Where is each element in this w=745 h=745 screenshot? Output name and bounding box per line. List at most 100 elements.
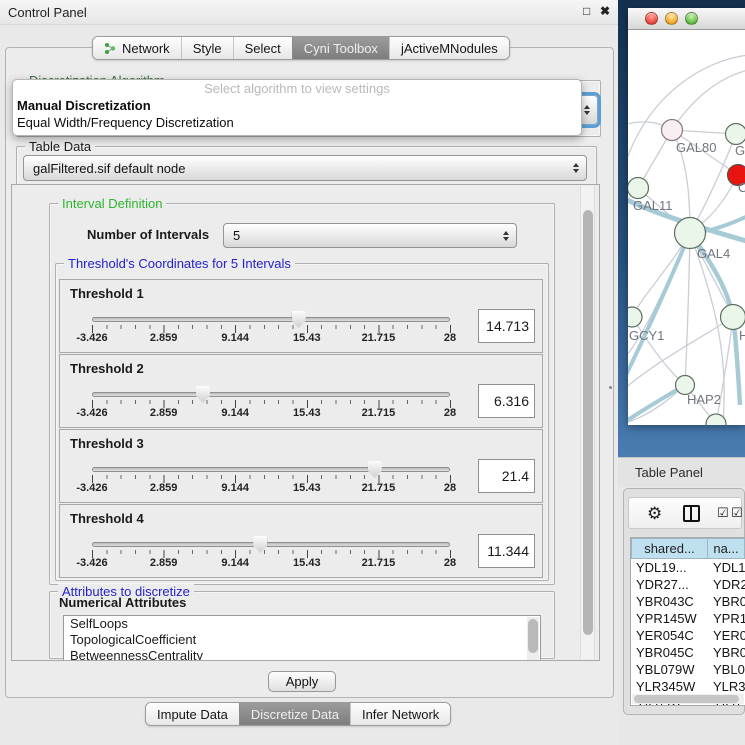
- algorithm-option-manual[interactable]: Manual Discretization: [13, 97, 581, 114]
- tick-label: 28: [444, 482, 456, 494]
- thresholds-group-title: Threshold's Coordinates for 5 Intervals: [64, 256, 295, 271]
- list-item-topologicalcoefficient[interactable]: TopologicalCoefficient: [64, 632, 540, 648]
- tab-select[interactable]: Select: [233, 37, 292, 59]
- tab-cyni-toolbox[interactable]: Cyni Toolbox: [292, 37, 389, 59]
- network-canvas[interactable]: GAL80 GA C GAL11 GAL4 GCY1 H HAP2: [628, 30, 745, 425]
- split-columns-icon[interactable]: [683, 505, 700, 522]
- threshold-2-value-field[interactable]: 6.316: [478, 384, 535, 418]
- table-row[interactable]: YER054CYER0: [631, 627, 745, 644]
- cell[interactable]: YBR0: [708, 644, 745, 661]
- network-icon: [104, 42, 117, 55]
- table-horizontal-scrollbar-thumb[interactable]: [634, 695, 739, 703]
- tick-label: 15.43: [293, 332, 321, 344]
- tick-label: 9.144: [221, 557, 249, 569]
- threshold-4-label: Threshold 4: [70, 511, 144, 526]
- table-row[interactable]: YBR045CYBR0: [631, 644, 745, 661]
- number-of-intervals-combobox[interactable]: 5: [223, 223, 517, 248]
- cell[interactable]: YPR1: [708, 610, 745, 627]
- cell[interactable]: YBR043C: [631, 593, 708, 610]
- cell[interactable]: YDR2: [708, 576, 745, 593]
- tab-discretize-data[interactable]: Discretize Data: [239, 703, 350, 725]
- table-row[interactable]: YBL079WYBL0: [631, 661, 745, 678]
- table-row[interactable]: YLR345WYLR3: [631, 678, 745, 695]
- node-gal4[interactable]: [675, 218, 706, 249]
- settings-scrollbar-thumb[interactable]: [583, 210, 593, 635]
- threshold-4-value-field[interactable]: 11.344: [478, 534, 535, 568]
- tick-label: 2.859: [150, 482, 178, 494]
- table-header-row: shared... na...: [631, 538, 745, 559]
- table-row[interactable]: YBR043CYBR0: [631, 593, 745, 610]
- cell[interactable]: YER0: [708, 627, 745, 644]
- table-row[interactable]: YDR27...YDR2: [631, 576, 745, 593]
- threshold-1-value-field[interactable]: 14.713: [478, 309, 535, 343]
- threshold-4-panel: Threshold 4 -3.426 2.859 9.144 15.43 21.…: [59, 504, 543, 578]
- node-gcy1[interactable]: [628, 307, 642, 327]
- node-label-gal4: GAL4: [697, 246, 730, 261]
- attributes-list-scrollbar[interactable]: [527, 617, 539, 661]
- settings-scrollbar[interactable]: [580, 186, 595, 659]
- table-data-selected-value: galFiltered.sif default node: [33, 161, 185, 176]
- table-row[interactable]: YPR145WYPR1: [631, 610, 745, 627]
- tab-cyni-toolbox-label: Cyni Toolbox: [304, 41, 378, 56]
- number-of-intervals-value: 5: [233, 228, 240, 243]
- threshold-4-slider-track[interactable]: [92, 542, 450, 547]
- tab-network[interactable]: Network: [93, 37, 181, 59]
- tab-style-label: Style: [193, 41, 222, 56]
- cell[interactable]: YBL079W: [631, 661, 708, 678]
- node-label-gal11: GAL11: [633, 198, 673, 213]
- algorithm-option-equal-width[interactable]: Equal Width/Frequency Discretization: [13, 114, 581, 131]
- tab-infer-network[interactable]: Infer Network: [350, 703, 450, 725]
- tab-impute-data[interactable]: Impute Data: [146, 703, 239, 725]
- threshold-1-slider-track[interactable]: [92, 317, 450, 322]
- apply-button[interactable]: Apply: [268, 671, 336, 692]
- right-pane: GAL80 GA C GAL11 GAL4 GCY1 H HAP2 Table …: [618, 0, 745, 745]
- cell[interactable]: YLR345W: [631, 678, 708, 695]
- node-right-mid[interactable]: [721, 305, 745, 330]
- close-traffic-light-icon[interactable]: [645, 12, 658, 25]
- threshold-3-slider-track[interactable]: [92, 467, 450, 472]
- control-panel-tabs: Network Style Select Cyni Toolbox jActiv…: [92, 36, 510, 60]
- tab-jactivemnodules[interactable]: jActiveMNodules: [389, 37, 509, 59]
- close-icon[interactable]: ✖: [600, 4, 610, 18]
- threshold-3-value-field[interactable]: 21.4: [478, 459, 535, 493]
- column-header-name[interactable]: na...: [708, 538, 745, 559]
- float-window-icon[interactable]: □: [583, 4, 590, 18]
- zoom-traffic-light-icon[interactable]: [685, 12, 698, 25]
- threshold-2-panel: Threshold 2 -3.426 2.859 9.144 15.43 21.…: [59, 354, 543, 428]
- cell[interactable]: YBR045C: [631, 644, 708, 661]
- cell[interactable]: YBL0: [708, 661, 745, 678]
- cell[interactable]: YLR3: [708, 678, 745, 695]
- table-row[interactable]: YDL19...YDL1: [631, 559, 745, 576]
- cell[interactable]: YDR27...: [631, 576, 708, 593]
- settings-scrollpane: Interval Definition Number of Intervals …: [11, 184, 600, 661]
- column-header-shared-name[interactable]: shared...: [631, 538, 708, 559]
- splitpane-grip[interactable]: [609, 386, 612, 389]
- cell[interactable]: YPR145W: [631, 610, 708, 627]
- cell[interactable]: YER054C: [631, 627, 708, 644]
- table-data-combobox[interactable]: galFiltered.sif default node: [23, 155, 587, 181]
- node-label-gcy1: GCY1: [629, 328, 664, 343]
- minimize-traffic-light-icon[interactable]: [665, 12, 678, 25]
- slider-major-ticks: [92, 550, 451, 558]
- node-gal80[interactable]: [662, 120, 683, 141]
- numerical-attributes-list: SelfLoops TopologicalCoefficient Between…: [63, 615, 541, 661]
- numerical-attributes-label: Numerical Attributes: [59, 595, 186, 610]
- tab-select-label: Select: [245, 41, 281, 56]
- node-gal11[interactable]: [628, 178, 649, 199]
- list-item-selfloops[interactable]: SelfLoops: [64, 616, 540, 632]
- tick-label: 21.715: [362, 557, 396, 569]
- checkbox-checked-icon[interactable]: ☑: [717, 505, 729, 522]
- slider-major-ticks: [92, 400, 451, 408]
- cell[interactable]: YDL19...: [631, 559, 708, 576]
- cell[interactable]: YBR0: [708, 593, 745, 610]
- tab-style[interactable]: Style: [181, 37, 233, 59]
- gear-icon[interactable]: ⚙: [647, 502, 662, 526]
- combo-arrows-icon: [573, 163, 579, 173]
- list-item-betweennesscentrality[interactable]: BetweennessCentrality: [64, 648, 540, 661]
- threshold-2-slider-track[interactable]: [92, 392, 450, 397]
- cell[interactable]: YDL1: [708, 559, 745, 576]
- combo-arrows-icon: [584, 105, 590, 115]
- node-right-top[interactable]: [726, 124, 745, 145]
- table-horizontal-scrollbar[interactable]: [632, 694, 744, 704]
- checkbox-checked-icon[interactable]: ☑: [731, 505, 743, 522]
